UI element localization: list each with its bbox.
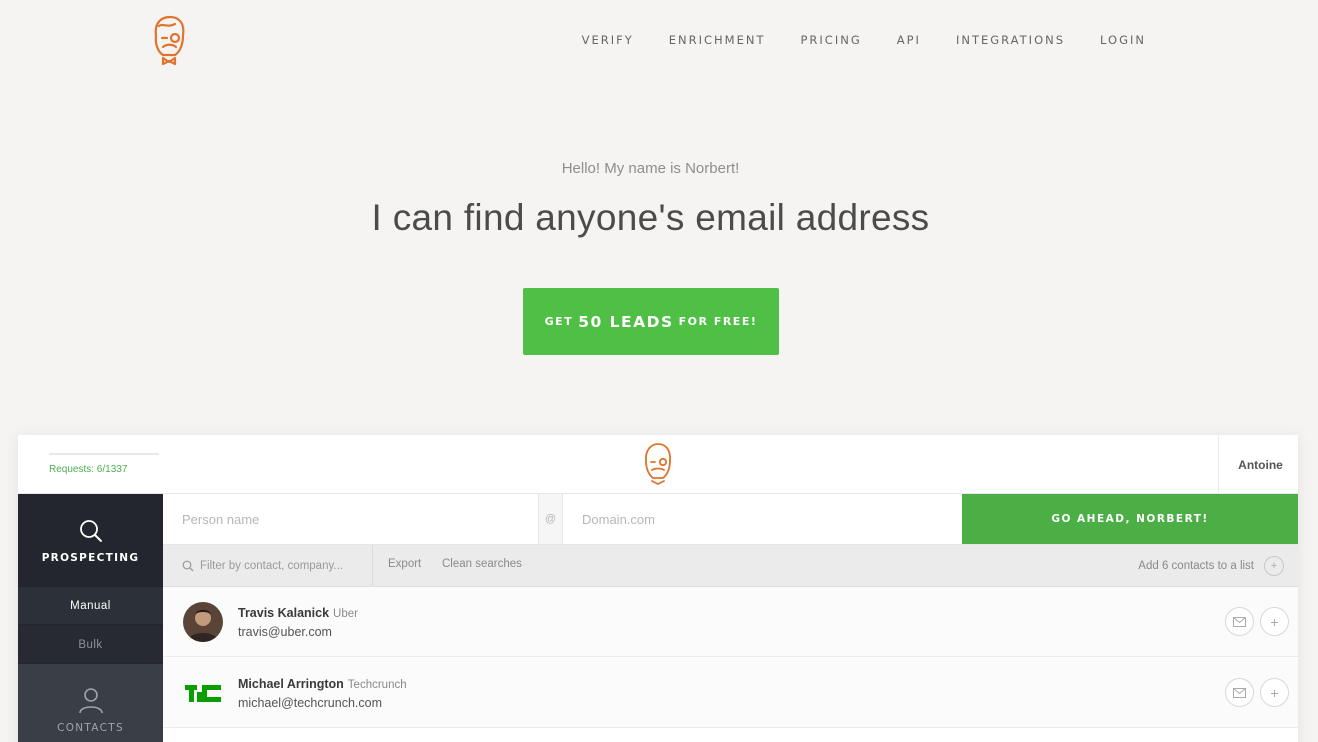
nav-verify[interactable]: VERIFY — [582, 33, 634, 47]
sidebar-item-contacts[interactable]: CONTACTS — [18, 664, 163, 742]
get-leads-button[interactable]: GET 50 LEADS FOR FREE! — [523, 288, 779, 355]
export-link[interactable]: Export — [388, 558, 421, 570]
sidebar-item-bulk[interactable]: Bulk — [18, 626, 163, 663]
nav-api[interactable]: API — [897, 33, 921, 47]
nav-login[interactable]: LOGIN — [1100, 33, 1146, 47]
cta-pre: GET — [544, 315, 574, 328]
requests-progress-bar — [49, 453, 159, 455]
contact-row[interactable]: Michael Arrington Techcrunch michael@tech… — [163, 658, 1298, 728]
filter-toolbar: Export Clean searches Add 6 contacts to … — [163, 545, 1298, 587]
go-ahead-button[interactable]: GO AHEAD, NORBERT! — [962, 494, 1298, 544]
row-actions: + — [1225, 678, 1289, 707]
row-actions: + — [1225, 607, 1289, 636]
user-name: Antoine — [1238, 457, 1283, 472]
contact-name: Michael Arrington Techcrunch — [238, 677, 407, 691]
nav-pricing[interactable]: PRICING — [800, 33, 861, 47]
plus-icon: + — [1270, 684, 1279, 701]
plus-icon: + — [1270, 613, 1279, 630]
norbert-face-icon — [645, 443, 671, 486]
contact-company: Uber — [333, 608, 358, 620]
hero-title: I can find anyone's email address — [371, 197, 930, 238]
app-sidebar: PROSPECTING Manual Bulk CONTACTS — [18, 494, 163, 742]
add-to-list[interactable]: Add 6 contacts to a list + — [1138, 556, 1284, 576]
sidebar-label-prospecting: PROSPECTING — [41, 551, 140, 564]
contact-email: michael@techcrunch.com — [238, 696, 382, 710]
requests-counter: Requests: 6/1337 — [49, 464, 128, 475]
cta-post: FOR FREE! — [678, 315, 758, 328]
avatar — [183, 602, 223, 642]
clean-searches-link[interactable]: Clean searches — [442, 558, 522, 570]
prospecting-submenu: Manual Bulk — [18, 587, 163, 663]
plus-icon[interactable]: + — [1264, 556, 1284, 576]
nav-integrations[interactable]: INTEGRATIONS — [956, 33, 1065, 47]
email-button[interactable] — [1225, 678, 1254, 707]
norbert-logo[interactable] — [148, 14, 190, 66]
sidebar-label-contacts: CONTACTS — [57, 721, 124, 734]
app-header: Requests: 6/1337 Antoine — [18, 435, 1298, 494]
add-to-list-label: Add 6 contacts to a list — [1138, 560, 1254, 572]
user-menu[interactable]: Antoine — [1218, 435, 1298, 494]
person-name-input[interactable] — [163, 494, 538, 544]
domain-input[interactable] — [563, 494, 962, 544]
at-separator: @ — [538, 494, 563, 544]
app-main: @ GO AHEAD, NORBERT! Export Clean search… — [163, 494, 1298, 742]
contact-name-text: Michael Arrington — [238, 677, 344, 691]
contact-email: travis@uber.com — [238, 625, 332, 639]
contact-name: Travis Kalanick Uber — [238, 606, 358, 620]
user-icon — [78, 687, 103, 713]
search-row: @ GO AHEAD, NORBERT! — [163, 494, 1298, 545]
sidebar-item-prospecting[interactable]: PROSPECTING — [18, 494, 163, 587]
add-contact-button[interactable]: + — [1260, 678, 1289, 707]
top-nav: VERIFY ENRICHMENT PRICING API INTEGRATIO… — [582, 33, 1146, 47]
app-preview: Requests: 6/1337 Antoine PROSPECTING Man… — [18, 435, 1298, 742]
email-button[interactable] — [1225, 607, 1254, 636]
hero-greeting: Hello! My name is Norbert! — [561, 160, 740, 177]
cta-main: 50 LEADS — [578, 312, 674, 331]
search-icon — [182, 560, 194, 571]
envelope-icon — [1233, 687, 1246, 698]
filter-box — [163, 545, 373, 586]
search-icon — [79, 519, 102, 542]
techcrunch-logo-icon — [185, 685, 221, 702]
nav-enrichment[interactable]: ENRICHMENT — [669, 33, 766, 47]
contact-row[interactable]: Travis Kalanick Uber travis@uber.com + — [163, 587, 1298, 657]
contact-name-text: Travis Kalanick — [238, 606, 330, 620]
filter-input[interactable] — [200, 559, 360, 572]
contact-company: Techcrunch — [347, 679, 407, 691]
envelope-icon — [1233, 616, 1246, 627]
add-contact-button[interactable]: + — [1260, 607, 1289, 636]
sidebar-item-manual[interactable]: Manual — [18, 587, 163, 624]
